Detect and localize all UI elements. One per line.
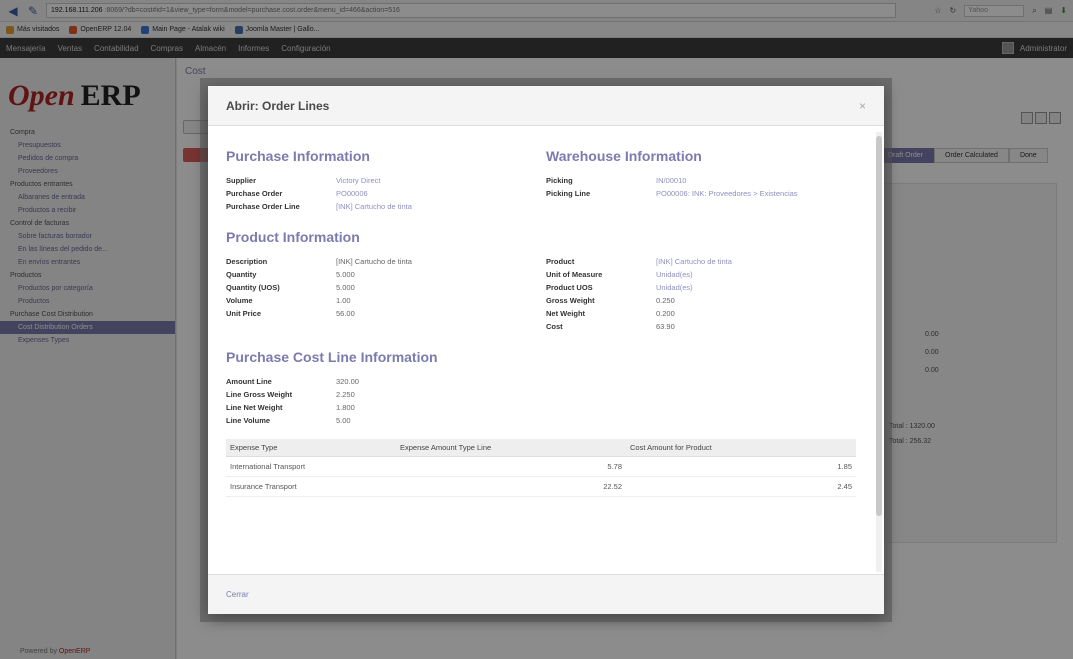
field-label: Line Net Weight xyxy=(226,403,283,412)
field-row: Volume 1.00 xyxy=(226,294,546,307)
field-row: Supplier Victory Direct xyxy=(226,174,546,187)
field-row: Gross Weight 0.250 xyxy=(546,294,866,307)
order-line-dialog: Abrir: Order Lines × Purchase Informatio… xyxy=(208,86,884,614)
field-label: Gross Weight xyxy=(546,296,595,305)
dialog-body: Purchase Information Supplier Victory Dir… xyxy=(208,126,884,574)
table-cell: 22.52 xyxy=(396,476,626,497)
field-row: Purchase Order Line [INK] Cartucho de tin… xyxy=(226,200,546,213)
field-label: Picking Line xyxy=(546,189,591,198)
field-label: Picking xyxy=(546,176,573,185)
field-label: Volume xyxy=(226,296,253,305)
field-value[interactable]: Unidad(es) xyxy=(656,283,693,292)
field-value[interactable]: PO00006 xyxy=(336,189,368,198)
field-value[interactable]: Unidad(es) xyxy=(656,270,693,279)
field-label: Product UOS xyxy=(546,283,593,292)
dialog-header: Abrir: Order Lines × xyxy=(208,86,884,126)
field-value: 0.250 xyxy=(656,296,675,305)
field-label: Purchase Order xyxy=(226,189,283,198)
dialog-title: Abrir: Order Lines xyxy=(226,98,330,113)
field-value: 1.00 xyxy=(336,296,351,305)
cost-line-info-title: Purchase Cost Line Information xyxy=(226,349,438,365)
field-value[interactable]: [INK] Cartucho de tinta xyxy=(336,202,412,211)
field-row: Net Weight 0.200 xyxy=(546,307,866,320)
field-row: Cost 63.90 xyxy=(546,320,866,333)
field-label: Supplier xyxy=(226,176,257,185)
field-value: 0.200 xyxy=(656,309,675,318)
field-row: Quantity 5.000 xyxy=(226,268,546,281)
close-icon[interactable]: × xyxy=(859,99,866,113)
field-value[interactable]: IN/00010 xyxy=(656,176,686,185)
field-row: Line Gross Weight 2.250 xyxy=(226,388,866,401)
field-value[interactable]: [INK] Cartucho de tinta xyxy=(656,257,732,266)
field-label: Product xyxy=(546,257,575,266)
field-row: Picking IN/00010 xyxy=(546,174,866,187)
field-value: [INK] Cartucho de tinta xyxy=(336,257,412,266)
column-header[interactable]: Expense Type xyxy=(226,439,396,457)
field-label: Unit of Measure xyxy=(546,270,603,279)
field-label: Purchase Order Line xyxy=(226,202,300,211)
warehouse-info-title: Warehouse Information xyxy=(546,148,702,164)
field-row: Product [INK] Cartucho de tinta xyxy=(546,255,866,268)
expenses-table: Expense Type Expense Amount Type Line Co… xyxy=(226,439,856,497)
dialog-footer: Cerrar xyxy=(208,574,884,614)
field-value[interactable]: Victory Direct xyxy=(336,176,380,185)
field-value: 56.00 xyxy=(336,309,355,318)
field-row: Unit of Measure Unidad(es) xyxy=(546,268,866,281)
field-value[interactable]: PO00006: INK: Proveedores > Existencias xyxy=(656,189,798,198)
field-label: Amount Line xyxy=(226,377,272,386)
table-cell: 1.85 xyxy=(626,456,856,477)
field-row: Purchase Order PO00006 xyxy=(226,187,546,200)
field-value: 1.800 xyxy=(336,403,355,412)
field-label: Quantity (UOS) xyxy=(226,283,280,292)
table-row[interactable]: Insurance Transport 22.52 2.45 xyxy=(226,476,856,497)
table-cell: 5.78 xyxy=(396,456,626,477)
field-label: Quantity xyxy=(226,270,257,279)
dialog-scrollbar[interactable] xyxy=(876,132,882,572)
field-label: Line Volume xyxy=(226,416,271,425)
column-header[interactable]: Cost Amount for Product xyxy=(626,439,856,457)
field-value: 5.00 xyxy=(336,416,351,425)
field-value: 5.000 xyxy=(336,270,355,279)
field-row: Product UOS Unidad(es) xyxy=(546,281,866,294)
field-row: Line Net Weight 1.800 xyxy=(226,401,866,414)
field-row: Line Volume 5.00 xyxy=(226,414,866,427)
field-row: Amount Line 320.00 xyxy=(226,375,866,388)
close-button[interactable]: Cerrar xyxy=(226,590,249,599)
scrollbar-thumb[interactable] xyxy=(876,136,882,516)
column-header[interactable]: Expense Amount Type Line xyxy=(396,439,626,457)
table-cell: Insurance Transport xyxy=(226,476,396,497)
field-row: Description [INK] Cartucho de tinta xyxy=(226,255,546,268)
purchase-info-title: Purchase Information xyxy=(226,148,370,164)
field-row: Quantity (UOS) 5.000 xyxy=(226,281,546,294)
product-info-title: Product Information xyxy=(226,229,360,245)
field-label: Line Gross Weight xyxy=(226,390,293,399)
field-value: 63.90 xyxy=(656,322,675,331)
field-label: Unit Price xyxy=(226,309,262,318)
field-row: Unit Price 56.00 xyxy=(226,307,546,320)
table-row[interactable]: International Transport 5.78 1.85 xyxy=(226,456,856,477)
field-value: 5.000 xyxy=(336,283,355,292)
field-value: 2.250 xyxy=(336,390,355,399)
field-row: Picking Line PO00006: INK: Proveedores > … xyxy=(546,187,866,200)
table-cell: 2.45 xyxy=(626,476,856,497)
field-label: Description xyxy=(226,257,268,266)
field-label: Cost xyxy=(546,322,563,331)
table-cell: International Transport xyxy=(226,456,396,477)
field-label: Net Weight xyxy=(546,309,586,318)
field-value: 320.00 xyxy=(336,377,359,386)
